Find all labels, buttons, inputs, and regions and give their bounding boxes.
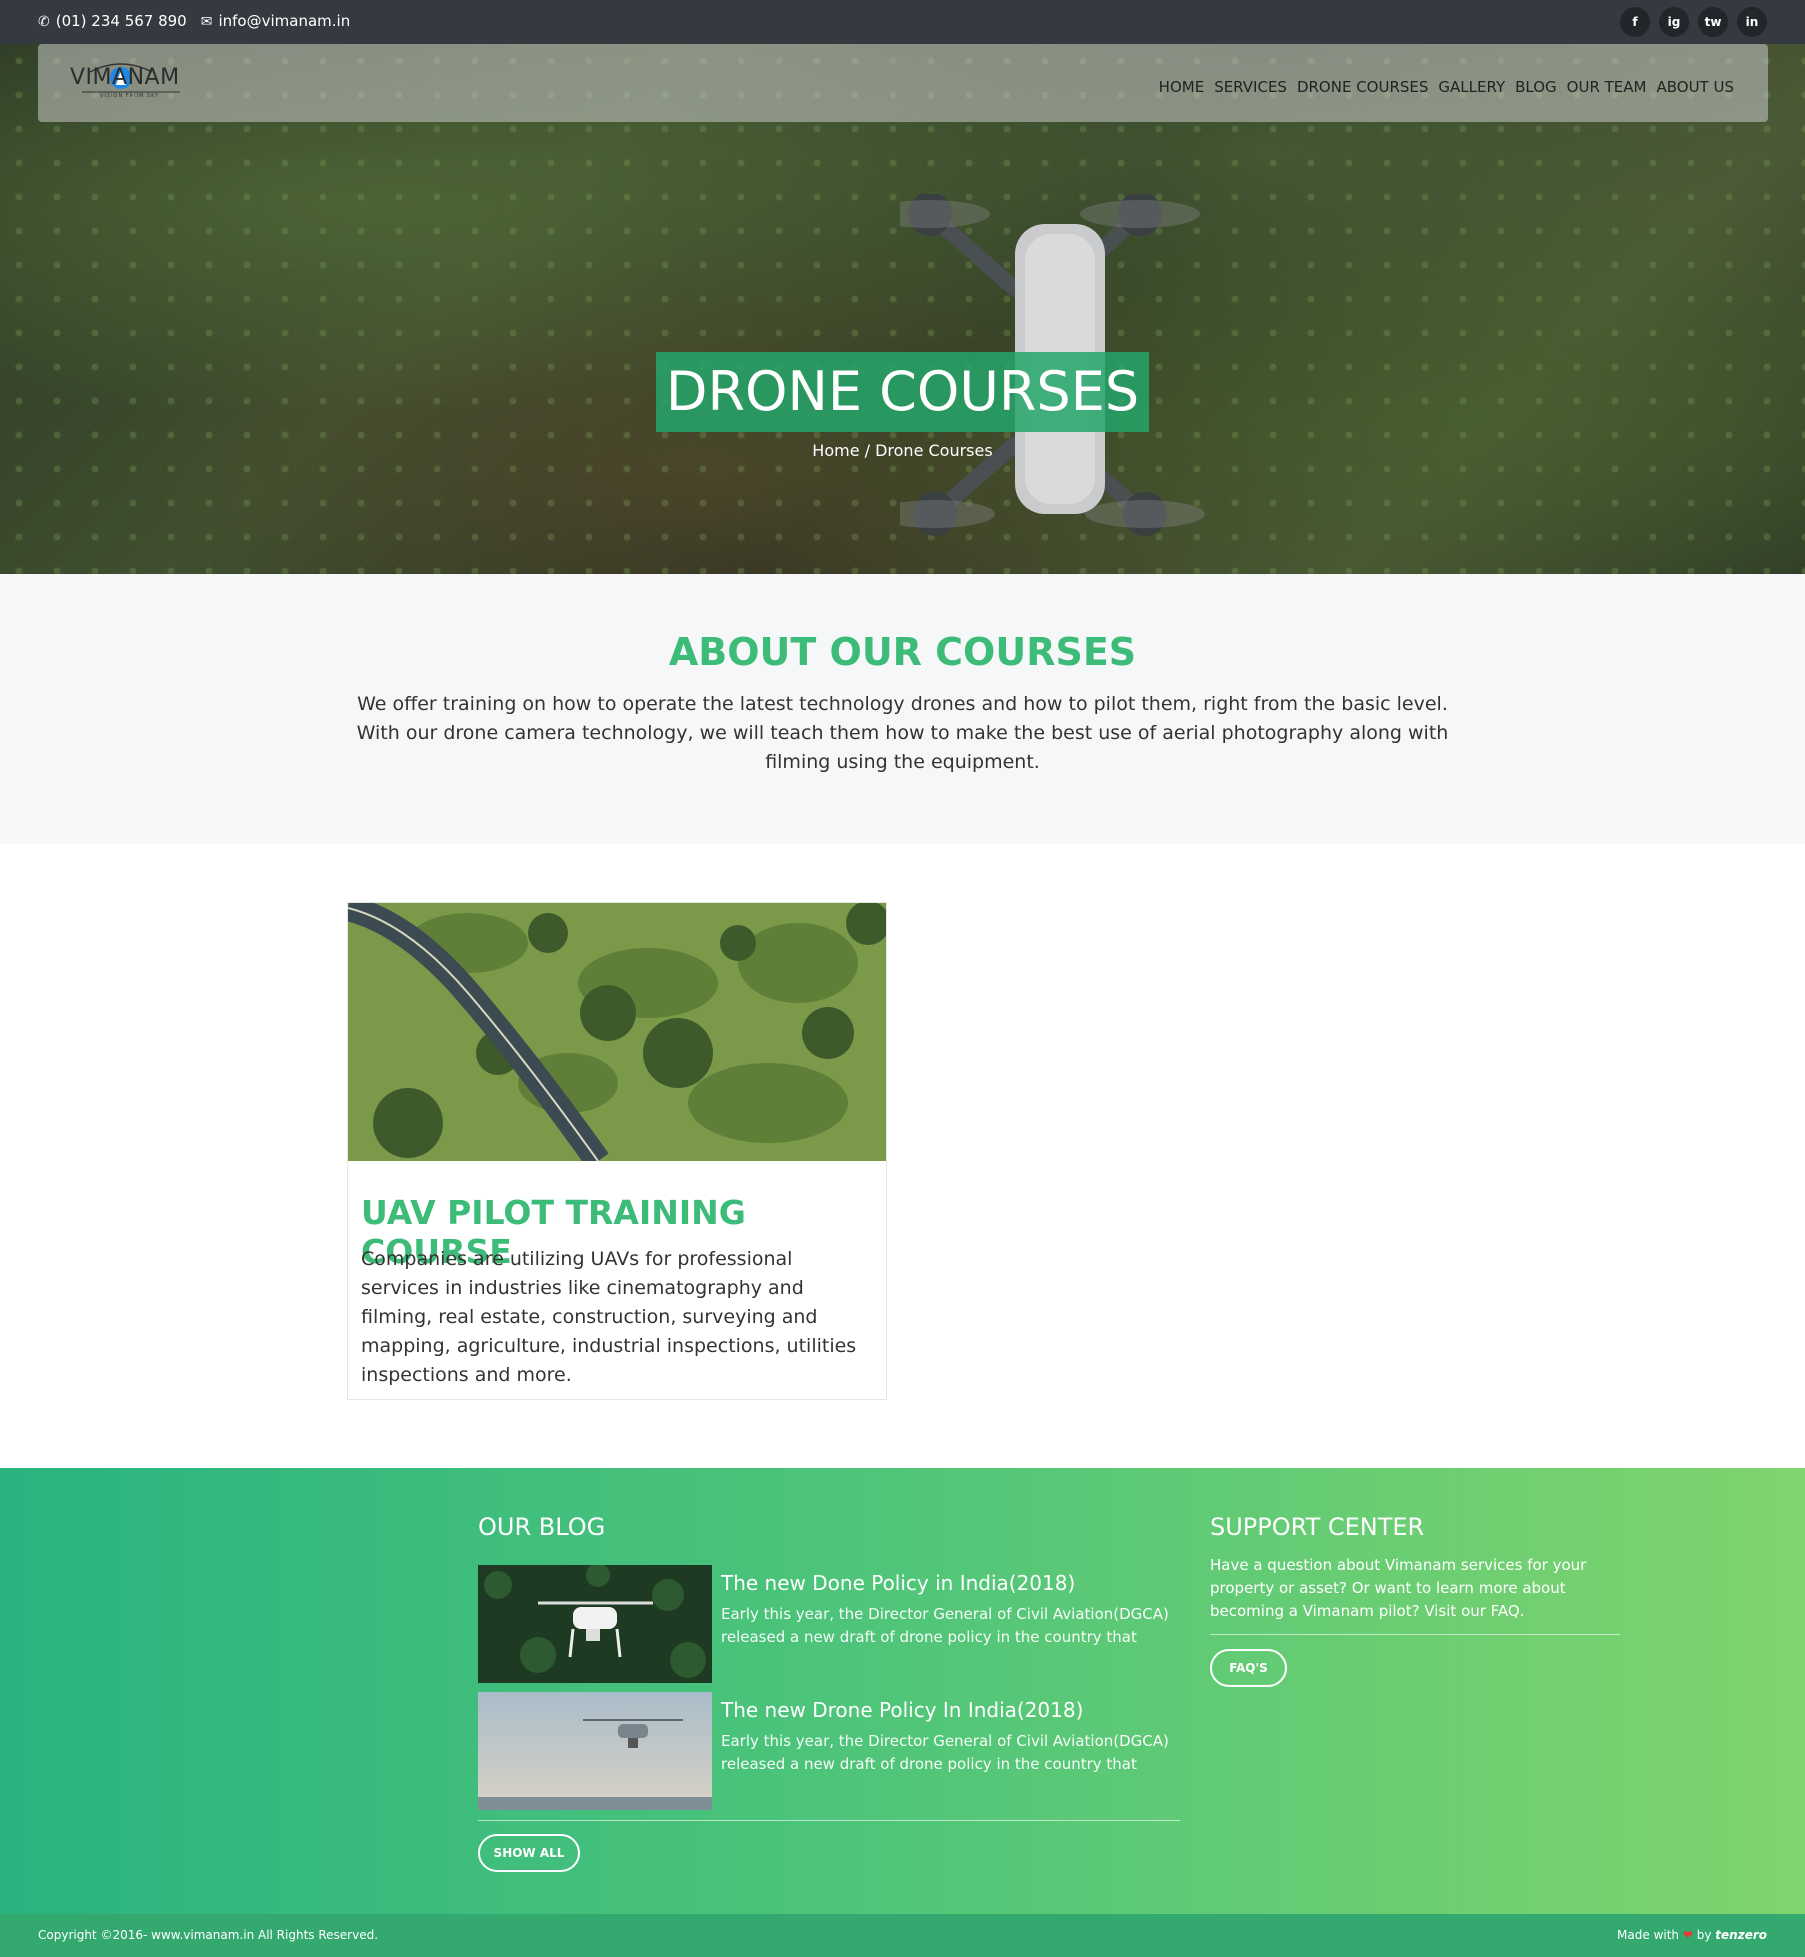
- nav-services[interactable]: SERVICES: [1214, 78, 1287, 96]
- copyright-bar: Copyright ©2016- www.vimanam.in All Righ…: [0, 1914, 1805, 1957]
- support-text: Have a question about Vimanam services f…: [1210, 1556, 1587, 1620]
- show-all-button[interactable]: SHOW ALL: [478, 1834, 580, 1872]
- hero-banner: DRONE COURSES Home / Drone Courses: [0, 44, 1805, 574]
- course-card[interactable]: UAV PILOT TRAINING COURSE Companies are …: [347, 902, 887, 1400]
- nav-menu: HOME SERVICES DRONE COURSES GALLERY BLOG…: [1159, 78, 1734, 96]
- blog-post-title[interactable]: The new Drone Policy In India(2018): [721, 1698, 1083, 1722]
- nav-our-team[interactable]: OUR TEAM: [1567, 78, 1647, 96]
- blog-post-excerpt: Early this year, the Director General of…: [721, 1605, 1169, 1646]
- blog-post-thumbnail: [478, 1692, 712, 1810]
- top-bar: ✆ (01) 234 567 890 ✉ info@vimanam.in f ig …: [0, 0, 1805, 44]
- phone-icon: ✆: [38, 14, 50, 30]
- nav-blog[interactable]: BLOG: [1515, 78, 1557, 96]
- faq-button[interactable]: FAQ'S: [1210, 1649, 1287, 1687]
- nav-home[interactable]: HOME: [1159, 78, 1205, 96]
- made-with-credit: Made with ❤ by tenzero: [1617, 1928, 1767, 1942]
- facebook-icon[interactable]: f: [1620, 7, 1650, 37]
- phone-number: (01) 234 567 890: [55, 12, 187, 30]
- vimanam-logo[interactable]: VIMANAM VISION FROM SKY: [70, 62, 190, 102]
- about-courses-section: ABOUT OUR COURSES We offer training on h…: [0, 574, 1805, 844]
- about-text: We offer training on how to operate the …: [356, 693, 1449, 773]
- blog-post[interactable]: The new Drone Policy In India(2018) Earl…: [478, 1692, 1180, 1810]
- linkedin-icon[interactable]: in: [1737, 7, 1767, 37]
- made-with-label: Made with: [1617, 1928, 1680, 1942]
- footer: OUR BLOG The new Done Policy in India(20…: [0, 1468, 1805, 1914]
- nav-gallery[interactable]: GALLERY: [1438, 78, 1505, 96]
- mail-icon: ✉: [200, 14, 213, 30]
- blog-post[interactable]: The new Done Policy in India(2018) Early…: [478, 1565, 1180, 1683]
- course-description: Companies are utilizing UAVs for profess…: [361, 1248, 857, 1386]
- brand-tagline: VISION FROM SKY: [100, 93, 160, 99]
- blog-post-thumbnail: [478, 1565, 712, 1683]
- phone-contact[interactable]: ✆ (01) 234 567 890: [38, 12, 187, 30]
- page-title: DRONE COURSES: [656, 352, 1149, 432]
- support-heading: SUPPORT CENTER: [1210, 1513, 1425, 1541]
- course-image: [348, 903, 886, 1161]
- email-contact[interactable]: ✉ info@vimanam.in: [201, 12, 350, 30]
- social-links: f ig tw in: [1620, 7, 1767, 37]
- nav-drone-courses[interactable]: DRONE COURSES: [1297, 78, 1428, 96]
- support-divider: [1210, 1634, 1620, 1635]
- by-label: by: [1696, 1928, 1712, 1942]
- email-address: info@vimanam.in: [218, 12, 351, 30]
- instagram-icon[interactable]: ig: [1659, 7, 1689, 37]
- main-navbar: VIMANAM VISION FROM SKY HOME SERVICES DR…: [38, 44, 1768, 122]
- maker-link[interactable]: tenzero: [1715, 1928, 1767, 1942]
- blog-divider: [478, 1820, 1180, 1821]
- blog-post-excerpt: Early this year, the Director General of…: [721, 1732, 1169, 1773]
- nav-about-us[interactable]: ABOUT US: [1656, 78, 1734, 96]
- blog-heading: OUR BLOG: [478, 1513, 606, 1541]
- brand-name: VIMANAM: [70, 65, 180, 90]
- twitter-icon[interactable]: tw: [1698, 7, 1728, 37]
- copyright-text: Copyright ©2016- www.vimanam.in All Righ…: [38, 1928, 379, 1942]
- heart-icon: ❤: [1682, 1928, 1693, 1942]
- blog-post-title[interactable]: The new Done Policy in India(2018): [721, 1571, 1075, 1595]
- about-heading: ABOUT OUR COURSES: [668, 630, 1137, 674]
- breadcrumb[interactable]: Home / Drone Courses: [0, 441, 1805, 460]
- contact-info: ✆ (01) 234 567 890 ✉ info@vimanam.in: [38, 12, 350, 30]
